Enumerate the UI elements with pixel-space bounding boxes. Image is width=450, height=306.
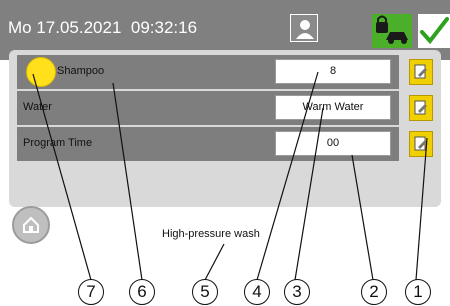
callout-6: 6 [129,279,155,305]
callout-4: 4 [244,279,270,305]
callout-5: 5 [192,279,218,305]
callout-3: 3 [284,279,310,305]
callout-7: 7 [78,279,104,305]
callout-2: 2 [361,279,387,305]
callout-1: 1 [405,279,431,305]
callout-lines [32,71,428,281]
